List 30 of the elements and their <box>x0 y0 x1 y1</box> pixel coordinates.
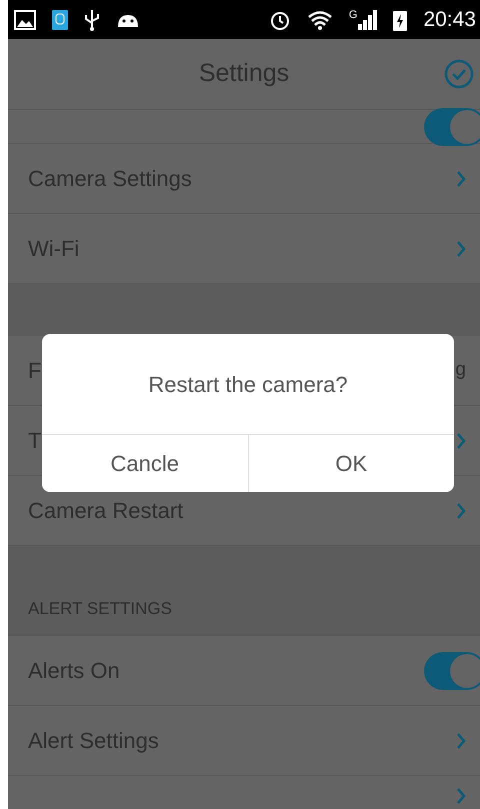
usb-icon <box>84 8 100 30</box>
signal-icon <box>357 10 378 30</box>
settings-row[interactable] <box>8 110 480 144</box>
row-label: Camera Settings <box>28 165 192 193</box>
row-label: Wi-Fi <box>28 235 80 263</box>
chevron-right-icon <box>456 432 466 450</box>
wifi-icon <box>306 10 333 30</box>
settings-row[interactable]: Wi-Fi <box>8 214 480 284</box>
chevron-right-icon <box>456 170 466 188</box>
toggle-switch[interactable] <box>424 108 480 146</box>
status-time: 20:43 <box>423 6 476 33</box>
chevron-right-icon <box>456 732 466 750</box>
row-label: Alert Settings <box>28 727 159 755</box>
settings-row[interactable] <box>8 776 480 809</box>
row-label: Camera Restart <box>28 497 184 525</box>
chevron-right-icon <box>456 787 466 805</box>
toggle-switch[interactable] <box>424 652 480 690</box>
dialog-button[interactable]: OK <box>248 435 454 492</box>
network-type-label: G <box>348 10 358 20</box>
battery-icon <box>393 8 408 30</box>
settings-row[interactable]: Alert Settings <box>8 706 480 776</box>
image-icon <box>14 10 36 30</box>
chevron-right-icon <box>456 502 466 520</box>
check-circle-icon <box>444 59 474 89</box>
app-icon <box>52 10 68 30</box>
settings-row[interactable]: Alerts On <box>8 636 480 706</box>
row-label: Alerts On <box>28 657 120 685</box>
settings-row[interactable]: Camera Settings <box>8 144 480 214</box>
dialog-message: Restart the camera? <box>148 370 348 398</box>
chevron-right-icon <box>456 240 466 258</box>
